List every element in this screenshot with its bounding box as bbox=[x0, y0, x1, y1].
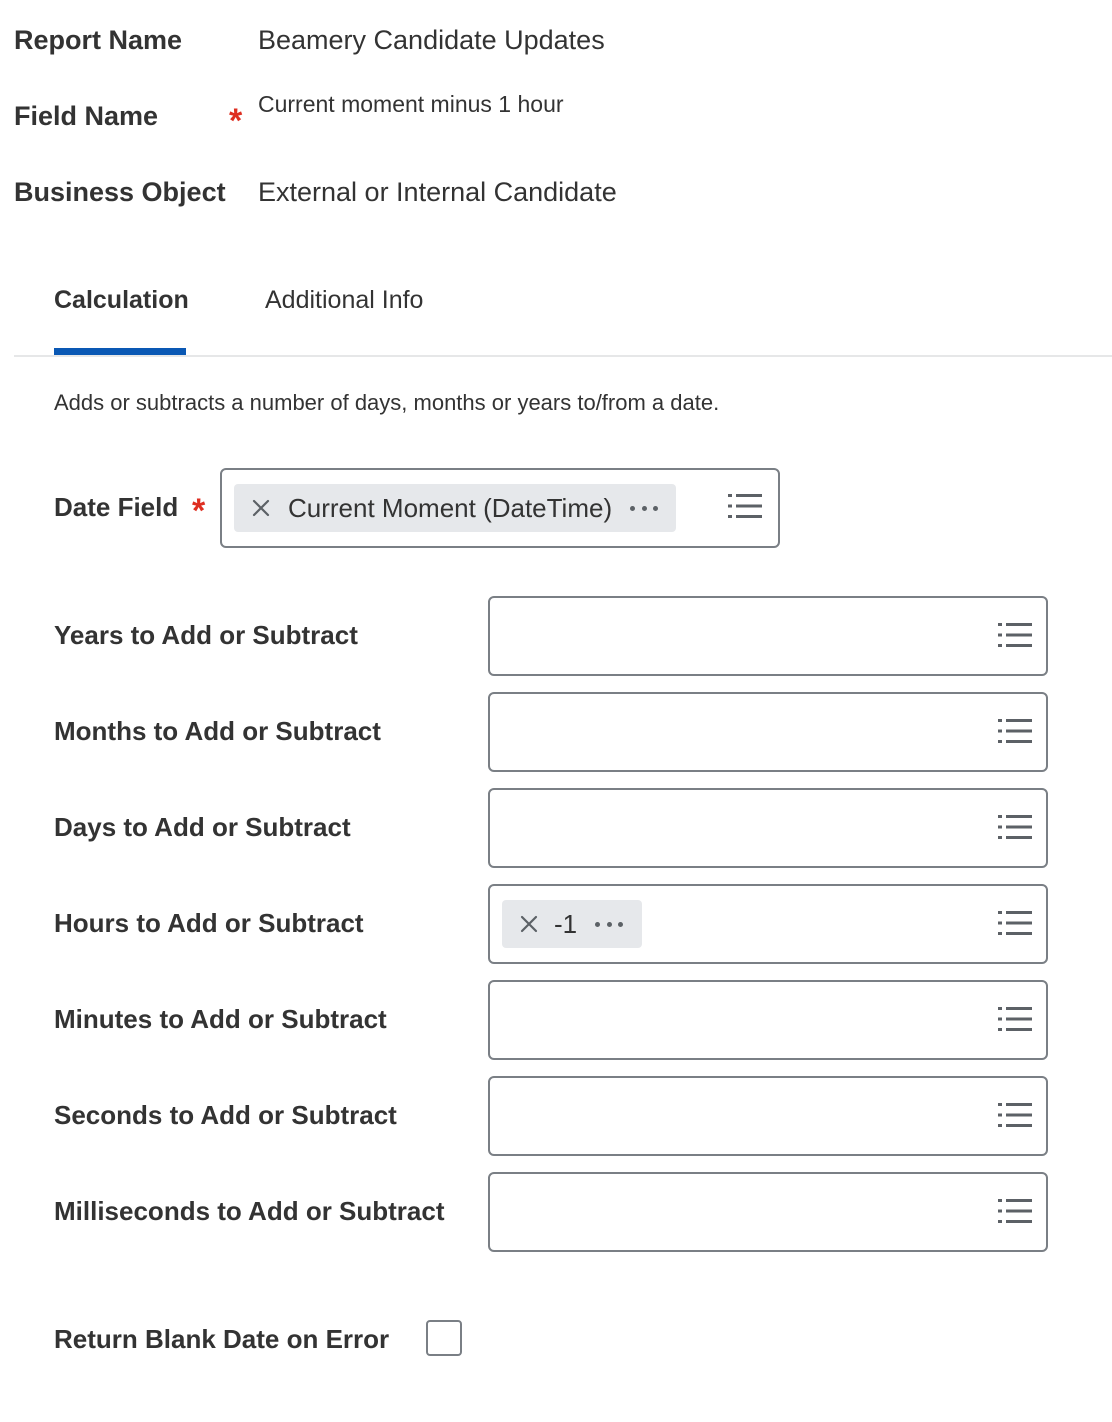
months-label: Months to Add or Subtract bbox=[54, 716, 381, 746]
days-label: Days to Add or Subtract bbox=[54, 812, 351, 842]
list-icon[interactable] bbox=[998, 815, 1032, 839]
return-blank-checkbox[interactable] bbox=[426, 1320, 462, 1356]
list-icon[interactable] bbox=[998, 1103, 1032, 1127]
active-tab-indicator bbox=[54, 348, 186, 355]
tab-additional-info[interactable]: Additional Info bbox=[265, 286, 423, 315]
more-icon[interactable] bbox=[630, 503, 659, 513]
date-field-label: Date Field bbox=[54, 492, 179, 522]
hours-selected-pill: -1 bbox=[502, 900, 642, 948]
report-name-label: Report Name bbox=[14, 25, 183, 55]
milliseconds-input[interactable] bbox=[488, 1172, 1048, 1252]
field-name-label: Field Name bbox=[14, 101, 159, 131]
date-field-input[interactable]: Current Moment (DateTime) bbox=[220, 468, 780, 548]
months-input[interactable] bbox=[488, 692, 1048, 772]
list-icon[interactable] bbox=[998, 623, 1032, 647]
calculation-description: Adds or subtracts a number of days, mont… bbox=[54, 390, 720, 415]
list-icon[interactable] bbox=[998, 911, 1032, 935]
date-field-required-marker: * bbox=[192, 492, 206, 530]
hours-input[interactable]: -1 bbox=[488, 884, 1048, 964]
close-icon[interactable] bbox=[250, 497, 272, 519]
close-icon[interactable] bbox=[518, 913, 540, 935]
tabs-divider bbox=[14, 355, 1112, 357]
hours-value: -1 bbox=[554, 908, 578, 939]
tab-calculation[interactable]: Calculation bbox=[54, 286, 189, 315]
list-icon[interactable] bbox=[728, 494, 762, 518]
minutes-input[interactable] bbox=[488, 980, 1048, 1060]
hours-label: Hours to Add or Subtract bbox=[54, 908, 364, 938]
return-blank-label: Return Blank Date on Error bbox=[54, 1324, 390, 1354]
list-icon[interactable] bbox=[998, 1007, 1032, 1031]
seconds-input[interactable] bbox=[488, 1076, 1048, 1156]
minutes-label: Minutes to Add or Subtract bbox=[54, 1004, 387, 1034]
business-object-label: Business Object bbox=[14, 177, 226, 207]
business-object-value: External or Internal Candidate bbox=[258, 177, 617, 207]
milliseconds-label: Milliseconds to Add or Subtract bbox=[54, 1196, 445, 1226]
years-input[interactable] bbox=[488, 596, 1048, 676]
calculated-field-page: Report Name Beamery Candidate Updates Fi… bbox=[0, 0, 1112, 1422]
date-field-selected-pill: Current Moment (DateTime) bbox=[234, 484, 676, 532]
date-field-value: Current Moment (DateTime) bbox=[288, 492, 613, 523]
list-icon[interactable] bbox=[998, 719, 1032, 743]
list-icon[interactable] bbox=[998, 1199, 1032, 1223]
required-marker: * bbox=[229, 102, 243, 140]
years-label: Years to Add or Subtract bbox=[54, 620, 358, 650]
more-icon[interactable] bbox=[595, 919, 624, 929]
field-name-value: Current moment minus 1 hour bbox=[258, 91, 564, 117]
days-input[interactable] bbox=[488, 788, 1048, 868]
report-name-value: Beamery Candidate Updates bbox=[258, 25, 605, 55]
seconds-label: Seconds to Add or Subtract bbox=[54, 1100, 397, 1130]
